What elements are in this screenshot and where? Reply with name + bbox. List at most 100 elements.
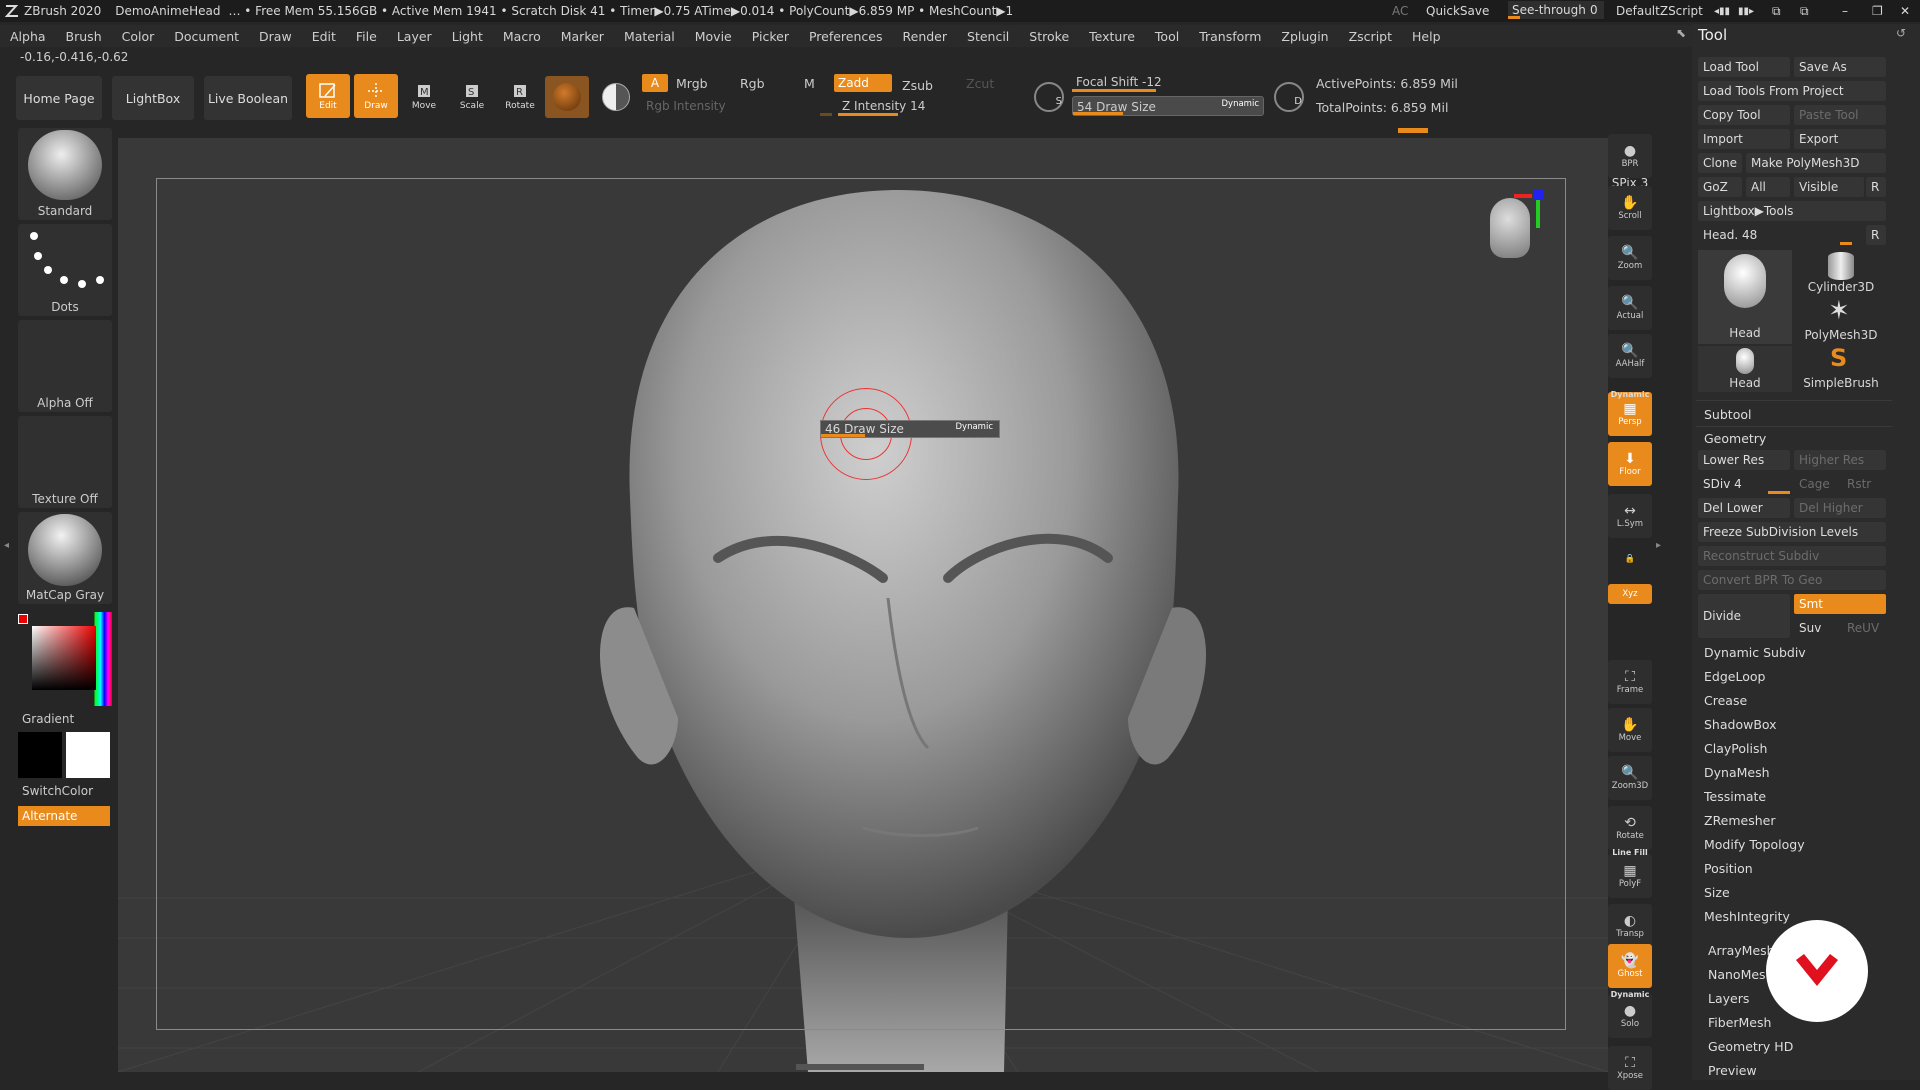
menu-tool[interactable]: Tool (1145, 29, 1189, 44)
lower-res-button[interactable]: Lower Res (1698, 450, 1790, 470)
goz-all-button[interactable]: All (1746, 177, 1790, 197)
tool-thumb-head-small[interactable]: Head (1698, 346, 1792, 392)
export-button[interactable]: Export (1794, 129, 1886, 149)
menu-help[interactable]: Help (1402, 29, 1451, 44)
menu-stencil[interactable]: Stencil (957, 29, 1019, 44)
menu-material[interactable]: Material (614, 29, 685, 44)
minimize-icon[interactable]: – (1842, 4, 1848, 18)
quicksave-button[interactable]: QuickSave (1426, 4, 1489, 18)
menu-movie[interactable]: Movie (685, 29, 742, 44)
shelf-solo-button[interactable]: ● Solo (1608, 994, 1652, 1038)
del-higher-button[interactable]: Del Higher (1794, 498, 1886, 518)
draw-size-slider[interactable]: 54 Draw Size Dynamic (1072, 96, 1264, 116)
geometry-item-crease[interactable]: Crease (1700, 690, 1888, 712)
shelf-scroll-button[interactable]: ✋ Scroll (1608, 186, 1652, 230)
menu-picker[interactable]: Picker (742, 29, 799, 44)
secondary-color-swatch[interactable] (66, 732, 110, 778)
clone-button[interactable]: Clone (1698, 153, 1742, 173)
shelf-zoom-button[interactable]: 🔍 Zoom (1608, 236, 1652, 280)
geometry-item-zremesher[interactable]: ZRemesher (1700, 810, 1888, 832)
menu-light[interactable]: Light (442, 29, 493, 44)
geometry-item-modify-topology[interactable]: Modify Topology (1700, 834, 1888, 856)
menu-brush[interactable]: Brush (56, 29, 112, 44)
seethrough-slider[interactable]: See-through 0 (1508, 1, 1604, 19)
menu-collapse-icon[interactable]: ◂▮▮ (1714, 6, 1730, 17)
geometry-item-tessimate[interactable]: Tessimate (1700, 786, 1888, 808)
goz-button[interactable]: GoZ (1698, 177, 1742, 197)
scale-mode-button[interactable]: S Scale (450, 74, 494, 118)
load-tools-from-project-button[interactable]: Load Tools From Project (1698, 81, 1886, 101)
shelf-ghost-button[interactable]: 👻 Ghost (1608, 944, 1652, 988)
tool-reset-icon[interactable]: ↺ (1896, 26, 1906, 40)
material-sphere-button[interactable] (545, 76, 589, 118)
menu-preferences[interactable]: Preferences (799, 29, 893, 44)
menu-zscript[interactable]: Zscript (1339, 29, 1402, 44)
geometry-item-dynamesh[interactable]: DynaMesh (1700, 762, 1888, 784)
geometry-item-edgeloop[interactable]: EdgeLoop (1700, 666, 1888, 688)
lightbox-button[interactable]: LightBox (112, 76, 194, 120)
gradient-label[interactable]: Gradient (18, 712, 112, 726)
live-boolean-button[interactable]: Live Boolean (204, 76, 292, 120)
restore-icon[interactable]: ❐ (1872, 4, 1883, 18)
texture-slot[interactable]: Texture Off (18, 416, 112, 508)
menu-color[interactable]: Color (112, 29, 165, 44)
convert-bpr-button[interactable]: Convert BPR To Geo (1698, 570, 1886, 590)
draw-mode-button[interactable]: Draw (354, 74, 398, 118)
menu-macro[interactable]: Macro (493, 29, 551, 44)
color-picker-field[interactable] (32, 626, 96, 690)
left-tray-handle[interactable]: ◂ (4, 540, 10, 570)
shelf-frame-button[interactable]: ⛶ Frame (1608, 660, 1652, 704)
right-tray-handle[interactable]: ▸ (1656, 540, 1664, 570)
load-tool-button[interactable]: Load Tool (1698, 57, 1790, 77)
menu-file[interactable]: File (346, 29, 387, 44)
zadd-button[interactable]: Zadd (834, 74, 892, 92)
reconstruct-subdiv-button[interactable]: Reconstruct Subdiv (1698, 546, 1886, 566)
freeze-subdivision-button[interactable]: Freeze SubDivision Levels (1698, 522, 1886, 542)
lightbox-tools-button[interactable]: Lightbox▶Tools (1698, 201, 1886, 221)
menu-edit[interactable]: Edit (302, 29, 346, 44)
color-picker[interactable] (16, 612, 112, 706)
menu-document[interactable]: Document (164, 29, 249, 44)
draw-size-dynamic-icon[interactable]: D (1274, 82, 1304, 112)
geometry-section[interactable]: Geometry (1700, 428, 1888, 450)
menu-alpha[interactable]: Alpha (0, 29, 56, 44)
menu-expand-icon[interactable]: ▮▮▸ (1738, 6, 1754, 17)
geometry-item-claypolish[interactable]: ClayPolish (1700, 738, 1888, 760)
section-preview[interactable]: Preview (1704, 1060, 1892, 1082)
geometry-item-dynamic-subdiv[interactable]: Dynamic Subdiv (1700, 642, 1888, 664)
import-button[interactable]: Import (1698, 129, 1790, 149)
shelf-aahalf-button[interactable]: 🔍 AAHalf (1608, 334, 1652, 378)
rgb-button[interactable]: Rgb (740, 76, 765, 91)
tool-thumb-simplebrush[interactable]: S SimpleBrush (1794, 344, 1888, 392)
shelf-floor-button[interactable]: ⬇ Floor (1608, 442, 1652, 486)
higher-res-button[interactable]: Higher Res (1794, 450, 1886, 470)
rstr-button[interactable]: Rstr (1842, 474, 1886, 494)
switchcolor-button[interactable]: SwitchColor (18, 784, 112, 798)
shelf-zoom3d-button[interactable]: 🔍 Zoom3D (1608, 756, 1652, 800)
geometry-item-shadowbox[interactable]: ShadowBox (1700, 714, 1888, 736)
save-as-button[interactable]: Save As (1794, 57, 1886, 77)
focal-shift-slider[interactable]: Focal Shift -12 (1072, 72, 1264, 92)
current-tool-slider[interactable]: Head. 48 (1698, 225, 1864, 245)
shelf-transp-button[interactable]: ◐ Transp (1608, 904, 1652, 948)
shelf-actual-button[interactable]: 🔍 Actual (1608, 286, 1652, 330)
shelf-move-button[interactable]: ✋ Move (1608, 708, 1652, 752)
suv-toggle[interactable]: Suv (1794, 618, 1838, 638)
paste-tool-button[interactable]: Paste Tool (1794, 105, 1886, 125)
rotate-mode-button[interactable]: R Rotate (498, 74, 542, 118)
a-button[interactable]: A (642, 74, 668, 92)
smt-toggle[interactable]: Smt (1794, 594, 1886, 614)
menu-stroke[interactable]: Stroke (1019, 29, 1079, 44)
shelf-polyf-button[interactable]: ▦ PolyF (1608, 854, 1652, 898)
shelf-l-sym-button[interactable]: ↔ L.Sym (1608, 494, 1652, 538)
menu-marker[interactable]: Marker (551, 29, 614, 44)
zcut-button[interactable]: Zcut (966, 76, 994, 91)
z-intensity-slider[interactable]: Z Intensity 14 (838, 96, 1014, 116)
zsub-button[interactable]: Zsub (902, 78, 933, 93)
reuv-toggle[interactable]: ReUV (1842, 618, 1886, 638)
move-mode-button[interactable]: M Move (402, 74, 446, 118)
tool-header[interactable]: Tool (1698, 26, 1727, 44)
menu-zplugin[interactable]: Zplugin (1271, 29, 1338, 44)
section-geometry-hd[interactable]: Geometry HD (1704, 1036, 1892, 1058)
tool-thumb-polymesh3d[interactable]: ✶ PolyMesh3D (1794, 296, 1888, 344)
